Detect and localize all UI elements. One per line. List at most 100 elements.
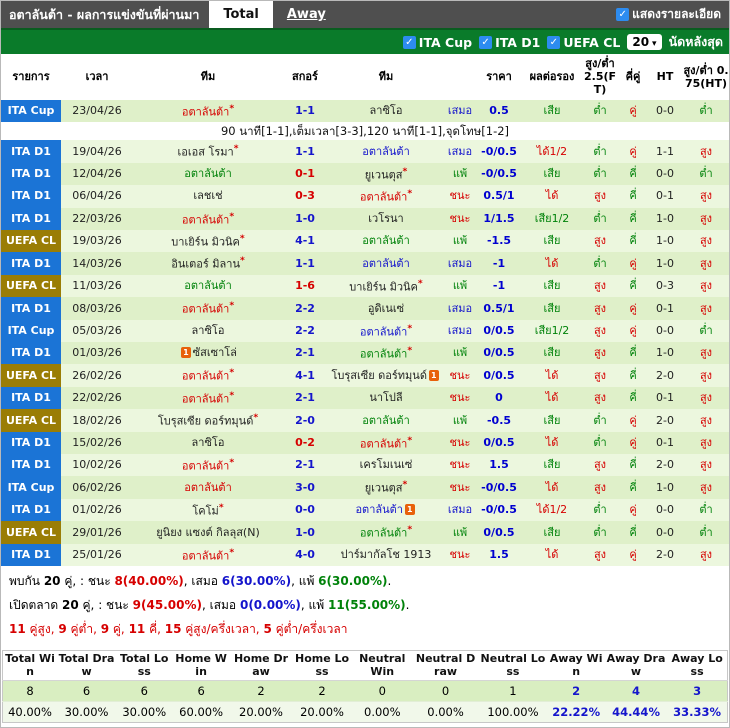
stat-value: 1: [478, 680, 548, 703]
home-team-name: เลชเช่: [193, 189, 223, 203]
header-result: [445, 54, 475, 100]
stat-header: Neutral Loss: [478, 650, 548, 682]
home-team-cell: ยูนิยง แซงต์ กิลลุส(N): [133, 521, 283, 544]
tab-total[interactable]: Total: [209, 1, 273, 28]
result: แพ้: [445, 342, 475, 365]
stat-percent: 60.00%: [172, 701, 230, 723]
competition-badge: UEFA CL: [1, 521, 61, 544]
show-details-label: แสดงรายละเอียด: [632, 7, 721, 21]
competition-filter-bar: ✓ ITA Cup ✓ ITA D1 ✓ UEFA CL 20 ▾ นัดหลัง…: [1, 28, 729, 54]
score: 0-2: [283, 431, 327, 455]
home-team-name: ซัสเซาโล่: [192, 346, 237, 360]
match-date: 01/03/26: [61, 342, 133, 365]
summary-segment: 5: [263, 622, 272, 637]
summary-segment: 9: [58, 622, 67, 637]
match-note: 90 นาที[1-1],เต็มเวลา[3-3],120 นาที[1-1]…: [1, 121, 729, 141]
favorite-star-icon: *: [218, 501, 224, 513]
ht-score: 0-1: [647, 297, 683, 320]
score: 1-6: [283, 274, 327, 298]
home-team-name: ยูนิยง แซงต์ กิลลุส(N): [156, 525, 260, 539]
home-team-name: อตาลันต้า: [181, 392, 230, 406]
handicap-result: ได้: [523, 543, 581, 567]
result: เสมอ: [445, 140, 475, 163]
summary-segment: 11: [128, 622, 146, 637]
over-under-ft: ต่ำ: [581, 162, 619, 186]
stat-header: Away Win: [547, 650, 605, 682]
competition-badge: ITA D1: [1, 140, 61, 163]
odd-even: คู่: [619, 543, 647, 567]
result: ชนะ: [445, 386, 475, 410]
favorite-star-icon: *: [229, 389, 235, 401]
handicap-result: ได้: [523, 476, 581, 499]
stat-header: Total Draw: [57, 650, 117, 682]
away-team-name: อตาลันต้า: [359, 190, 408, 204]
show-details-checkbox[interactable]: ✓: [616, 8, 630, 21]
summary-segment: 20: [62, 598, 79, 613]
red-card-icon: 1: [404, 504, 415, 516]
away-team-name: บาเยิร์น มิวนิค: [349, 280, 418, 294]
header-over-under-ft: สูง/ต่ำ 2.5(FT): [581, 54, 619, 100]
price: -0/0.5: [475, 498, 523, 522]
handicap-result: เสีย: [523, 297, 581, 320]
competition-badge: ITA D1: [1, 386, 61, 410]
home-team-name: โคโม่: [192, 504, 219, 518]
home-team-name: อตาลันต้า: [184, 480, 232, 494]
summary-segment: คู่สูง/ครึ่งเวลา,: [181, 622, 264, 637]
summary-segment: 9(45.00%): [132, 598, 202, 613]
away-team-cell: ยูเวนตุส*: [327, 162, 445, 186]
ita-cup-checkbox[interactable]: ✓: [402, 35, 416, 49]
ht-score: 0-0: [647, 319, 683, 342]
summary-segment: 20: [43, 574, 61, 589]
odd-even: คี่: [619, 162, 647, 186]
handicap-result: ได้1/2: [523, 140, 581, 163]
summary-segment: 6(30.00%): [221, 574, 292, 589]
competition-badge: UEFA CL: [1, 274, 61, 298]
score: 3-0: [283, 476, 327, 499]
result: ชนะ: [445, 185, 475, 208]
stat-percent: 22.22%: [547, 701, 605, 723]
match-row: UEFA CL 11/03/26 อตาลันต้า 1-6 บาเยิร์น มิวน…: [1, 274, 729, 298]
over-under-ft: สูง: [581, 342, 619, 365]
favorite-star-icon: *: [402, 479, 408, 491]
handicap-result: เสีย: [523, 229, 581, 253]
matches-table-header: รายการ เวลา ทีม สกอร์ ทีม ราคา ผลต่อรอง …: [1, 54, 729, 100]
summary-segment: เปิดตลาด: [9, 598, 63, 613]
ita-d1-checkbox[interactable]: ✓: [479, 35, 493, 49]
away-team-cell: อตาลันต้า 1: [327, 498, 445, 522]
competition-badge: ITA D1: [1, 297, 61, 320]
home-team-name: อตาลันต้า: [181, 302, 230, 316]
price: 1.5: [475, 454, 523, 477]
handicap-result: ได้1/2: [523, 498, 581, 522]
price: 0/0.5: [475, 319, 523, 342]
home-team-cell: อตาลันต้า: [133, 162, 283, 186]
over-under-ht: ต่ำ: [683, 319, 729, 342]
result: เสมอ: [445, 99, 475, 122]
match-date: 08/03/26: [61, 297, 133, 320]
favorite-star-icon: *: [407, 345, 413, 356]
favorite-star-icon: *: [253, 412, 259, 424]
home-team-cell: อตาลันต้า*: [133, 386, 283, 410]
away-team-name: อตาลันต้า: [359, 437, 408, 451]
ht-score: 1-1: [647, 140, 683, 163]
match-date: 19/03/26: [61, 229, 133, 253]
summary-segment: คู่ต่ำ/ครึ่งเวลา: [271, 622, 348, 637]
handicap-result: ได้: [523, 185, 581, 208]
odd-even: คี่: [619, 521, 647, 544]
header-ht: HT: [647, 54, 683, 100]
ht-score: 0-0: [647, 498, 683, 522]
tab-away[interactable]: Away: [273, 1, 340, 28]
match-count-select[interactable]: 20 ▾: [627, 34, 662, 50]
summary-segment: .: [405, 598, 410, 613]
handicap-result: เสีย: [523, 521, 581, 544]
over-under-ht: สูง: [683, 431, 729, 455]
uefa-cl-checkbox[interactable]: ✓: [547, 35, 561, 49]
score: 2-2: [283, 297, 327, 320]
away-team-name: อตาลันต้า: [362, 144, 410, 158]
ht-score: 1-0: [647, 342, 683, 365]
stat-percent: 20.00%: [292, 701, 352, 723]
summary-segment: , แพ้: [300, 598, 329, 613]
match-date: 06/04/26: [61, 185, 133, 208]
home-team-name: โบรุสเซีย ดอร์ทมุนด์: [157, 414, 254, 428]
result: แพ้: [445, 274, 475, 298]
stat-header: Total Win: [2, 650, 58, 682]
